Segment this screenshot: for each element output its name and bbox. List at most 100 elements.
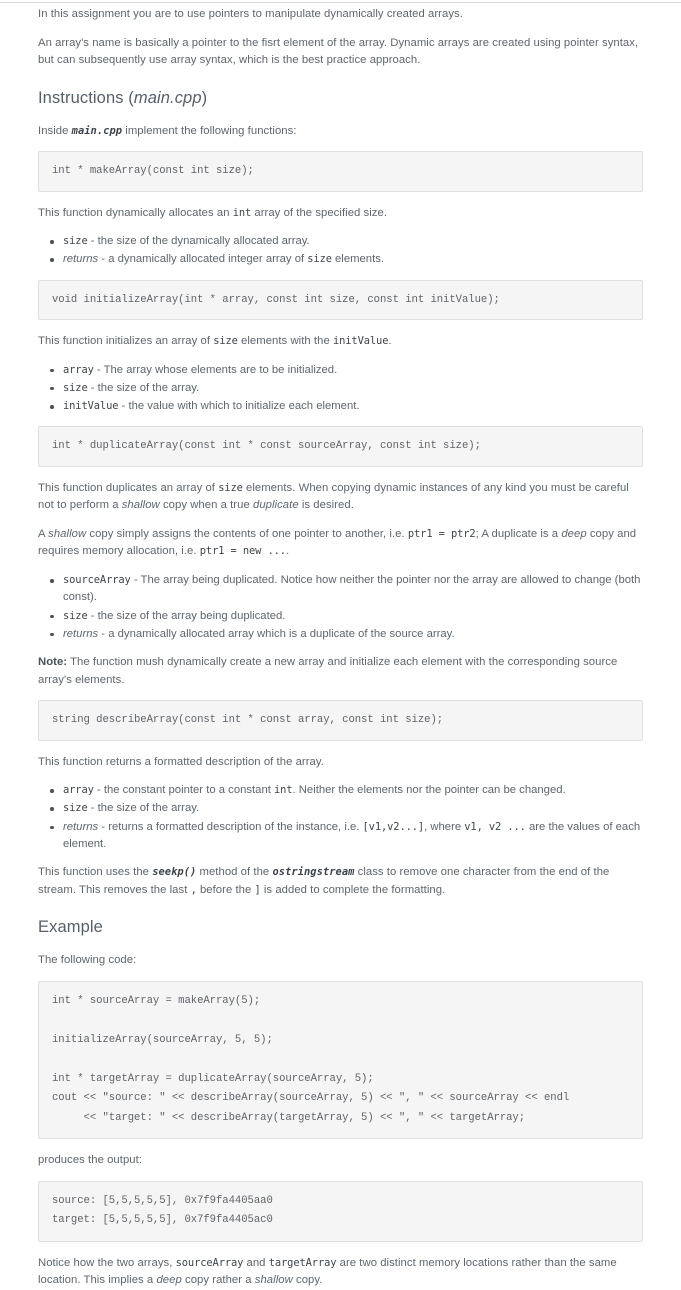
example-lead: The following code:	[38, 954, 137, 967]
example-produces-label: produces the output:	[38, 1154, 143, 1167]
seekp-e: is added to complete the formatting.	[260, 883, 446, 896]
note-label: Note:	[38, 656, 68, 669]
intro-paragraph-2: An array's name is basically a pointer t…	[38, 36, 639, 67]
code-value-placeholders: v1, v2 ...	[464, 820, 526, 833]
code-signature-describe-array: string describeArray(const int * const a…	[38, 700, 643, 741]
shallow-c: ; A duplicate is a	[475, 527, 562, 540]
param-desc: - the size of the array being duplicated…	[87, 609, 286, 622]
code-ptr1-equals-ptr2: ptr1 = ptr2	[407, 527, 476, 540]
example-heading: Example	[38, 918, 103, 937]
dup-desc-post: is desired.	[298, 499, 354, 512]
param-desc-post: elements.	[331, 253, 385, 266]
param-desc-post: . Neither the elements nor the pointer c…	[292, 784, 566, 797]
code-targetarray-ref: targetArray	[268, 1256, 337, 1269]
shallow-copy-paragraph: A shallow copy simply assigns the conten…	[38, 526, 643, 561]
param-ref-size: size	[218, 481, 243, 494]
code-signature-make-array: int * makeArray(const int size);	[38, 151, 643, 192]
seekp-paragraph: This function uses the seekp() method of…	[38, 864, 643, 899]
top-divider	[0, 2, 681, 3]
code-sourcearray-ref: sourceArray	[175, 1256, 244, 1269]
assignment-document: In this assignment you are to use pointe…	[0, 0, 681, 1290]
shallow-a: A	[38, 527, 49, 540]
list-item: sourceArray - The array being duplicated…	[50, 572, 643, 607]
code-format-example: [v1,v2...]	[362, 820, 425, 833]
instructions-lead: Inside main.cpp implement the following …	[38, 123, 643, 141]
list-item: returns - a dynamically allocated intege…	[50, 251, 643, 268]
param-desc: - the value with which to initialize eac…	[118, 400, 360, 413]
instructions-heading-file: main.cpp	[133, 88, 202, 107]
param-desc: - a dynamically allocated array which is…	[98, 627, 455, 640]
param-name-size: size	[63, 802, 88, 815]
list-item: initValue - the value with which to init…	[50, 398, 643, 415]
shallow-e: .	[285, 545, 290, 558]
instructions-lead-prefix: Inside	[38, 124, 72, 137]
seekp-a: This function uses the	[38, 866, 153, 879]
instructions-lead-suffix: implement the following functions:	[122, 124, 297, 137]
make-array-desc-pre: This function dynamically allocates an	[38, 206, 233, 219]
instructions-heading-suffix: )	[201, 88, 208, 107]
seekp-b: method of the	[196, 866, 273, 879]
int-keyword-inline: int	[232, 206, 252, 219]
code-signature-duplicate-array: int * duplicateArray(const int * const s…	[38, 426, 643, 467]
emphasis-shallow: shallow	[48, 527, 87, 540]
main-cpp-inline-code: main.cpp	[71, 124, 123, 137]
param-name-initvalue: initValue	[63, 400, 119, 413]
make-array-description: This function dynamically allocates an i…	[38, 205, 643, 223]
emphasis-shallow: shallow	[254, 1274, 293, 1287]
duplicate-array-description: This function duplicates an array of siz…	[38, 480, 643, 515]
init-desc-mid: elements with the	[237, 335, 333, 348]
list-item: size - the size of the array being dupli…	[50, 608, 643, 625]
list-item: returns - returns a formatted descriptio…	[50, 819, 643, 854]
param-desc: - the size of the array.	[87, 381, 200, 394]
param-desc: - the size of the array.	[87, 802, 200, 815]
closing-e: copy.	[292, 1274, 323, 1287]
dup-desc-pre: This function duplicates an array of	[38, 481, 219, 494]
dup-desc-mid2: copy when a true	[159, 499, 253, 512]
int-keyword-inline: int	[274, 784, 293, 797]
describe-array-param-list: array - the constant pointer to a consta…	[38, 782, 643, 853]
code-signature-initialize-array: void initializeArray(int * array, const …	[38, 279, 643, 321]
describe-array-description: This function returns a formatted descri…	[38, 755, 324, 768]
example-closing-paragraph: Notice how the two arrays, sourceArray a…	[38, 1255, 643, 1290]
init-desc-post: .	[388, 335, 392, 348]
list-item: array - the constant pointer to a consta…	[50, 782, 643, 799]
param-desc: - The array being duplicated. Notice how…	[63, 573, 641, 604]
param-name-returns: returns	[63, 627, 99, 640]
emphasis-deep: deep	[156, 1274, 182, 1287]
param-desc: - The array whose elements are to be ini…	[93, 363, 338, 376]
param-name-array: array	[63, 363, 94, 376]
closing-d: copy rather a	[181, 1274, 255, 1287]
emphasis-shallow: shallow	[121, 499, 160, 512]
seekp-d: before the	[196, 883, 255, 896]
list-item: array - The array whose elements are to …	[50, 362, 643, 379]
param-name-array: array	[63, 784, 94, 797]
param-desc: - the size of the dynamically allocated …	[87, 235, 310, 247]
duplicate-array-note: Note: The function mush dynamically crea…	[38, 654, 643, 689]
emphasis-duplicate: duplicate	[252, 499, 299, 512]
list-item: size - the size of the array.	[50, 380, 643, 397]
param-name-size: size	[63, 235, 88, 247]
list-item: size - the size of the dynamically alloc…	[50, 233, 643, 250]
param-desc-pre: - a dynamically allocated integer array …	[98, 253, 308, 266]
emphasis-deep: deep	[561, 527, 587, 540]
list-item: size - the size of the array.	[50, 800, 643, 817]
code-example-usage: int * sourceArray = makeArray(5); initia…	[38, 980, 643, 1140]
note-text: The function mush dynamically create a n…	[38, 656, 618, 686]
code-seekp-method: seekp()	[152, 866, 197, 879]
initialize-array-description: This function initializes an array of si…	[38, 333, 643, 351]
duplicate-array-param-list: sourceArray - The array being duplicated…	[38, 572, 643, 643]
instructions-heading-prefix: Instructions (	[38, 88, 134, 107]
param-name-size: size	[63, 609, 88, 622]
code-ostringstream-class: ostringstream	[272, 866, 355, 879]
param-ref-initvalue: initValue	[332, 335, 389, 348]
param-name-returns: returns	[63, 253, 99, 266]
param-desc-pre: - the constant pointer to a constant	[93, 784, 275, 797]
make-array-desc-post: array of the specified size.	[251, 206, 388, 219]
instructions-heading: Instructions (main.cpp)	[38, 87, 643, 109]
intro-paragraph-1: In this assignment you are to use pointe…	[38, 8, 463, 20]
shallow-b: copy simply assigns the contents of one …	[86, 527, 408, 540]
closing-b: and	[243, 1256, 269, 1269]
param-name-sourcearray: sourceArray	[63, 573, 131, 586]
closing-a: Notice how the two arrays,	[38, 1256, 176, 1269]
code-example-output: source: [5,5,5,5,5], 0x7f9fa4405aa0 targ…	[38, 1180, 643, 1242]
